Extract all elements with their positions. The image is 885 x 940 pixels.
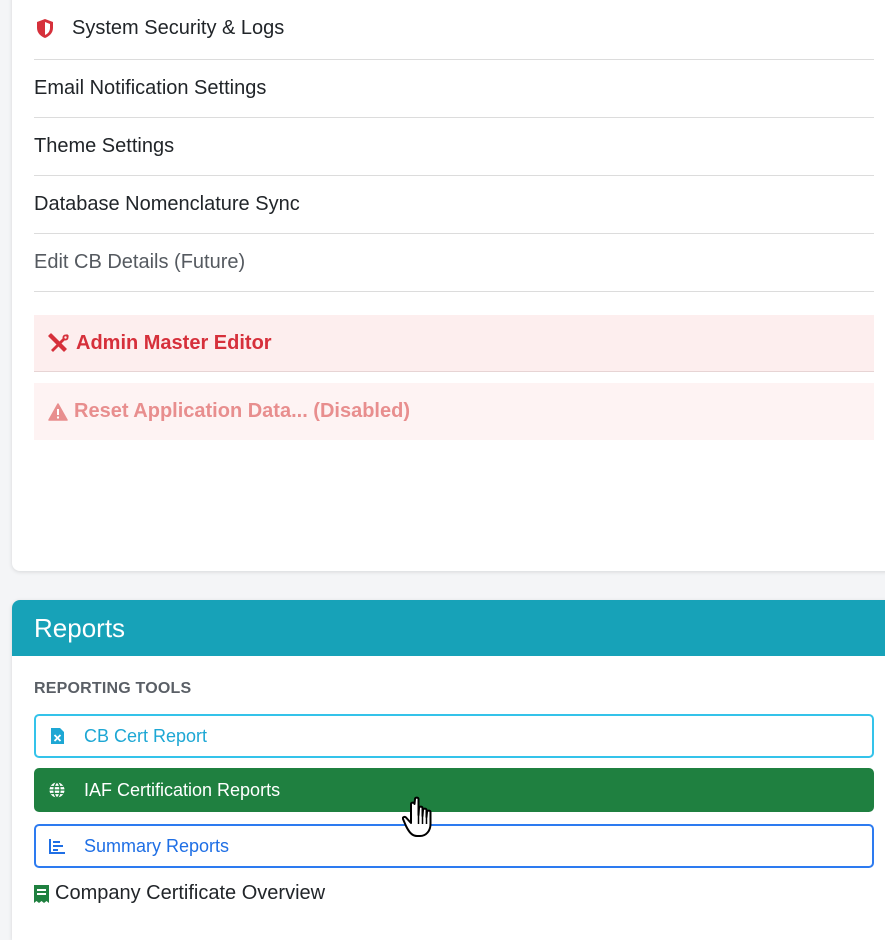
menu-item-edit-cb-details[interactable]: Edit CB Details (Future) <box>34 234 874 292</box>
menu-item-label: Edit CB Details (Future) <box>34 251 246 273</box>
admin-settings-list: System Security & Logs Email Notificatio… <box>34 0 874 292</box>
reports-header: Reports <box>12 600 885 656</box>
reporting-tools-heading: REPORTING TOOLS <box>34 680 192 697</box>
admin-settings-card: System Security & Logs Email Notificatio… <box>12 0 885 571</box>
admin-master-editor-button[interactable]: Admin Master Editor <box>34 315 874 372</box>
chart-bar-icon <box>48 837 66 855</box>
receipt-icon <box>34 884 49 903</box>
reports-title: Reports <box>34 612 126 643</box>
shield-icon <box>34 18 56 40</box>
iaf-certification-reports-button[interactable]: IAF Certification Reports <box>34 768 874 812</box>
menu-item-label: Theme Settings <box>34 135 175 157</box>
company-certificate-overview-label: Company Certificate Overview <box>55 882 326 904</box>
menu-item-label: System Security & Logs <box>72 17 285 39</box>
menu-item-label: Database Nomenclature Sync <box>34 193 300 215</box>
menu-item-database-sync[interactable]: Database Nomenclature Sync <box>34 176 874 234</box>
summary-reports-label: Summary Reports <box>84 835 230 856</box>
reset-application-data-button: Reset Application Data... (Disabled) <box>34 383 874 440</box>
admin-master-editor-label: Admin Master Editor <box>76 331 272 354</box>
menu-item-label: Email Notification Settings <box>34 77 267 99</box>
summary-reports-button[interactable]: Summary Reports <box>34 824 874 868</box>
tools-icon <box>48 333 69 352</box>
company-certificate-overview-link[interactable]: Company Certificate Overview <box>34 882 325 905</box>
iaf-certification-reports-label: IAF Certification Reports <box>84 779 281 800</box>
cb-cert-report-label: CB Cert Report <box>84 725 208 746</box>
menu-item-system-security[interactable]: System Security & Logs <box>34 0 874 60</box>
menu-item-email-notifications[interactable]: Email Notification Settings <box>34 60 874 118</box>
warning-icon <box>48 402 68 421</box>
globe-icon <box>48 781 66 799</box>
file-excel-icon <box>48 727 66 745</box>
menu-item-theme-settings[interactable]: Theme Settings <box>34 118 874 176</box>
cb-cert-report-button[interactable]: CB Cert Report <box>34 714 874 758</box>
reports-card: Reports REPORTING TOOLS CB Cert Report I… <box>12 600 885 940</box>
reset-application-data-label: Reset Application Data... (Disabled) <box>74 400 410 422</box>
